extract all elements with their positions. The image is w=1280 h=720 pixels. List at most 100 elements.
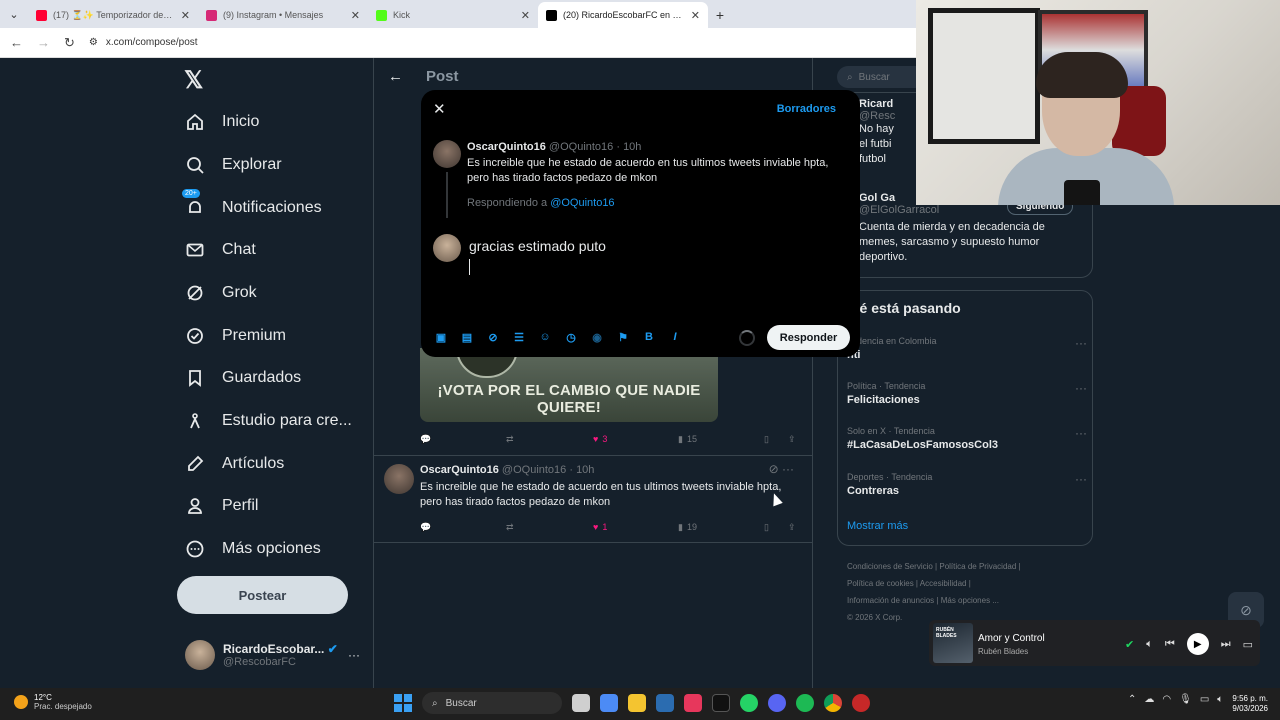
x-logo-icon[interactable]: 𝕏 <box>184 66 203 95</box>
tiktok-icon[interactable] <box>684 694 702 712</box>
replying-to-handle[interactable]: @OQuinto16 <box>550 197 614 209</box>
chevron-up-icon[interactable]: ⌃ <box>1128 694 1136 705</box>
more-dots-icon[interactable]: ··· <box>348 648 360 662</box>
drafts-button[interactable]: Borradores <box>777 103 836 115</box>
more-dots-icon[interactable]: ··· <box>1075 336 1087 350</box>
calendar-icon[interactable] <box>656 694 674 712</box>
weather-widget[interactable]: 12°C Prac. despejado <box>14 693 92 711</box>
more-dots-icon[interactable]: ··· <box>1075 381 1087 395</box>
close-tab-icon[interactable]: ✕ <box>181 9 190 22</box>
like-button[interactable]: ♥ 1 <box>593 522 607 532</box>
file-explorer-icon[interactable] <box>628 694 646 712</box>
footer-link[interactable]: Información de anuncios <box>847 596 934 605</box>
bookmark-icon[interactable]: ▯ <box>764 434 769 445</box>
mic-icon[interactable]: 🎙︎ <box>1179 694 1192 705</box>
trend-item[interactable]: Solo en X · Tendencia #LaCasaDeLosFamoso… <box>847 426 1087 451</box>
nav-item-notificaciones[interactable]: 20+ Notificaciones <box>182 189 322 226</box>
trend-item[interactable]: endencia en Colombia nti ··· <box>847 336 1087 361</box>
reply-icon[interactable]: 💬 <box>420 522 431 533</box>
wifi-icon[interactable]: ◠ <box>1162 694 1171 705</box>
post-button[interactable]: Postear <box>177 576 348 614</box>
flag-icon[interactable]: ⚑ <box>615 329 631 345</box>
views-button[interactable]: ▮ 19 <box>678 522 697 533</box>
trend-item[interactable]: Política · Tendencia Felicitaciones ··· <box>847 381 1087 406</box>
close-tab-icon[interactable]: ✕ <box>521 9 530 22</box>
more-dots-icon[interactable]: ··· <box>1075 472 1087 486</box>
app-icon[interactable] <box>852 694 870 712</box>
previous-icon[interactable]: ⏮︎ <box>1165 638 1175 651</box>
italic-button[interactable]: I <box>667 329 683 345</box>
browser-tab-instagram[interactable]: (9) Instagram • Mensajes ✕ <box>198 2 368 28</box>
reply-textarea[interactable]: gracias estimado puto <box>469 238 606 254</box>
close-icon[interactable]: ✕ <box>433 100 446 118</box>
windows-start-icon[interactable] <box>394 694 412 712</box>
url-field[interactable]: ⚙ x.com/compose/post <box>89 37 198 48</box>
browser-tab-youtube[interactable]: (17) ⏳✨ Temporizador de 10 ✕ <box>28 2 198 28</box>
volume-icon[interactable]: 🔈︎ <box>1217 694 1223 705</box>
tab-list-button[interactable]: ⌄ <box>0 0 28 28</box>
nav-item-guardados[interactable]: Guardados <box>184 360 301 396</box>
repost-icon[interactable]: ⇄ <box>506 522 514 533</box>
image-icon[interactable]: ▣ <box>433 329 449 345</box>
nav-item-articulos[interactable]: Artículos <box>184 446 284 482</box>
more-dots-icon[interactable]: ··· <box>1075 426 1087 440</box>
gif-icon[interactable]: ▤ <box>459 329 475 345</box>
cloud-icon[interactable]: ☁ <box>1144 694 1154 705</box>
taskbar-search[interactable]: ⌕ Buscar <box>422 692 562 714</box>
next-icon[interactable]: ⏭︎ <box>1221 638 1231 651</box>
nav-item-explorar[interactable]: Explorar <box>184 147 282 183</box>
share-icon[interactable]: ⇪ <box>788 434 796 445</box>
volume-icon[interactable]: 🔈︎ <box>1146 638 1153 651</box>
back-icon[interactable]: ← <box>10 35 23 50</box>
share-icon[interactable]: ⇪ <box>788 522 796 533</box>
nav-item-inicio[interactable]: Inicio <box>184 104 259 140</box>
like-button[interactable]: ♥ 3 <box>593 434 607 444</box>
reload-icon[interactable]: ↻ <box>64 35 75 51</box>
bookmark-icon[interactable]: ▯ <box>764 522 769 533</box>
forward-icon[interactable]: → <box>37 35 50 50</box>
browser-tab-kick[interactable]: Kick ✕ <box>368 2 538 28</box>
reply-button[interactable]: Responder <box>767 325 850 350</box>
chrome-icon[interactable] <box>824 694 842 712</box>
post-image[interactable]: ¡VOTA POR EL CAMBIO QUE NADIE QUIERE! <box>420 348 718 422</box>
nav-item-grok[interactable]: Grok <box>184 275 257 311</box>
nav-item-chat[interactable]: Chat <box>184 232 256 268</box>
footer-link[interactable]: Política de cookies <box>847 579 914 588</box>
suggested-account[interactable]: Ricard @Resc No hay el futbi futbol <box>837 98 919 167</box>
emoji-icon[interactable]: ☺ <box>537 329 553 345</box>
store-icon[interactable] <box>600 694 618 712</box>
grok-icon[interactable]: ⊘ <box>485 329 501 345</box>
nav-item-mas-opciones[interactable]: Más opciones <box>184 531 321 567</box>
footer-link[interactable]: Accesibilidad <box>920 579 967 588</box>
nav-item-premium[interactable]: Premium <box>184 318 286 354</box>
new-tab-button[interactable]: + <box>708 2 732 28</box>
show-more-link[interactable]: Mostrar más <box>847 520 908 532</box>
display-icon[interactable]: ▭ <box>1200 694 1209 705</box>
tiktok-alt-icon[interactable] <box>712 694 730 712</box>
account-switcher[interactable]: RicardoEscobar... ✔ @RescobarFC ··· <box>185 640 360 670</box>
bold-button[interactable]: B <box>641 329 657 345</box>
nav-item-perfil[interactable]: Perfil <box>184 488 258 524</box>
poll-icon[interactable]: ☰ <box>511 329 527 345</box>
task-view-icon[interactable] <box>572 694 590 712</box>
repost-icon[interactable]: ⇄ <box>506 434 514 445</box>
clock[interactable]: 9:56 p. m. 9/03/2026 <box>1232 694 1268 714</box>
device-icon[interactable]: ▭ <box>1243 638 1253 651</box>
schedule-icon[interactable]: ◷ <box>563 329 579 345</box>
footer-link[interactable]: Más opciones ... <box>941 596 999 605</box>
spotify-icon[interactable] <box>796 694 814 712</box>
back-arrow-icon[interactable]: ← <box>388 68 403 85</box>
reply-icon[interactable]: 💬 <box>420 434 431 445</box>
tweet-more-icon[interactable]: ⊘ ··· <box>769 462 794 476</box>
discord-icon[interactable] <box>768 694 786 712</box>
nav-item-estudio[interactable]: Estudio para cre... <box>184 403 352 439</box>
browser-tab-x[interactable]: (20) RicardoEscobarFC en X: "V ✕ <box>538 2 708 28</box>
site-info-icon[interactable]: ⚙ <box>89 37 98 48</box>
whatsapp-icon[interactable] <box>740 694 758 712</box>
saved-check-icon[interactable]: ✔ <box>1125 638 1134 651</box>
play-button[interactable]: ▶ <box>1186 633 1209 655</box>
footer-link[interactable]: Condiciones de Servicio <box>847 562 933 571</box>
views-button[interactable]: ▮ 15 <box>678 434 697 445</box>
footer-link[interactable]: Política de Privacidad <box>939 562 1016 571</box>
location-icon[interactable]: ◉ <box>589 329 605 345</box>
